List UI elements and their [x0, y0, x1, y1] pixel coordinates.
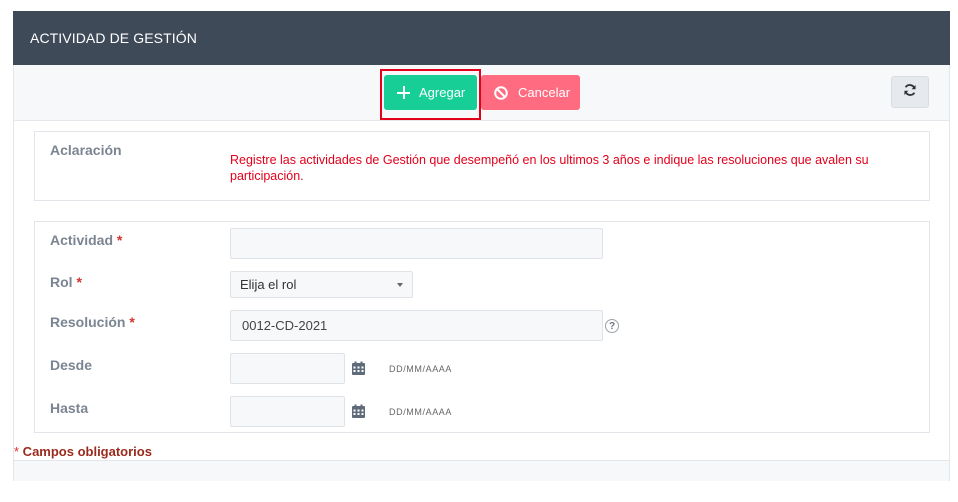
desde-label: Desde: [50, 357, 93, 373]
calendar-icon[interactable]: [351, 404, 366, 419]
refresh-icon: [903, 83, 917, 102]
cancel-button-label: Cancelar: [518, 85, 571, 100]
cancel-button[interactable]: Cancelar: [481, 75, 580, 110]
refresh-button[interactable]: [891, 76, 929, 108]
calendar-icon[interactable]: [351, 361, 366, 376]
rol-selected-value: Elija el rol: [240, 277, 297, 292]
caret-down-icon: [397, 283, 403, 287]
hasta-label: Hasta: [50, 400, 89, 416]
resolucion-input[interactable]: 0012-CD-2021: [230, 310, 603, 341]
page-title: ACTIVIDAD DE GESTIÓN: [30, 30, 197, 46]
panel-footer: [14, 460, 949, 481]
panel-header: ACTIVIDAD DE GESTIÓN: [13, 11, 950, 65]
resolucion-value: 0012-CD-2021: [242, 318, 328, 333]
required-fields-note: * Campos obligatorios: [14, 444, 152, 459]
add-button-label: Agregar: [419, 85, 466, 100]
add-button[interactable]: Agregar: [384, 75, 477, 110]
resolucion-label: Resolución *: [50, 314, 135, 330]
note-label: Aclaración: [50, 142, 122, 158]
hasta-input[interactable]: [230, 396, 345, 427]
plus-icon: [397, 86, 410, 99]
hasta-format-hint: DD/MM/AAAA: [389, 407, 453, 417]
rol-select[interactable]: Elija el rol: [230, 271, 413, 298]
desde-input[interactable]: [230, 353, 345, 384]
rol-label: Rol *: [50, 274, 82, 290]
actividad-label: Actividad *: [50, 232, 123, 248]
desde-format-hint: DD/MM/AAAA: [389, 364, 453, 374]
note-text: Registre las actividades de Gestión que …: [230, 153, 869, 183]
actividad-input[interactable]: [230, 228, 603, 259]
help-icon[interactable]: ?: [605, 319, 619, 333]
ban-icon: [494, 85, 508, 100]
